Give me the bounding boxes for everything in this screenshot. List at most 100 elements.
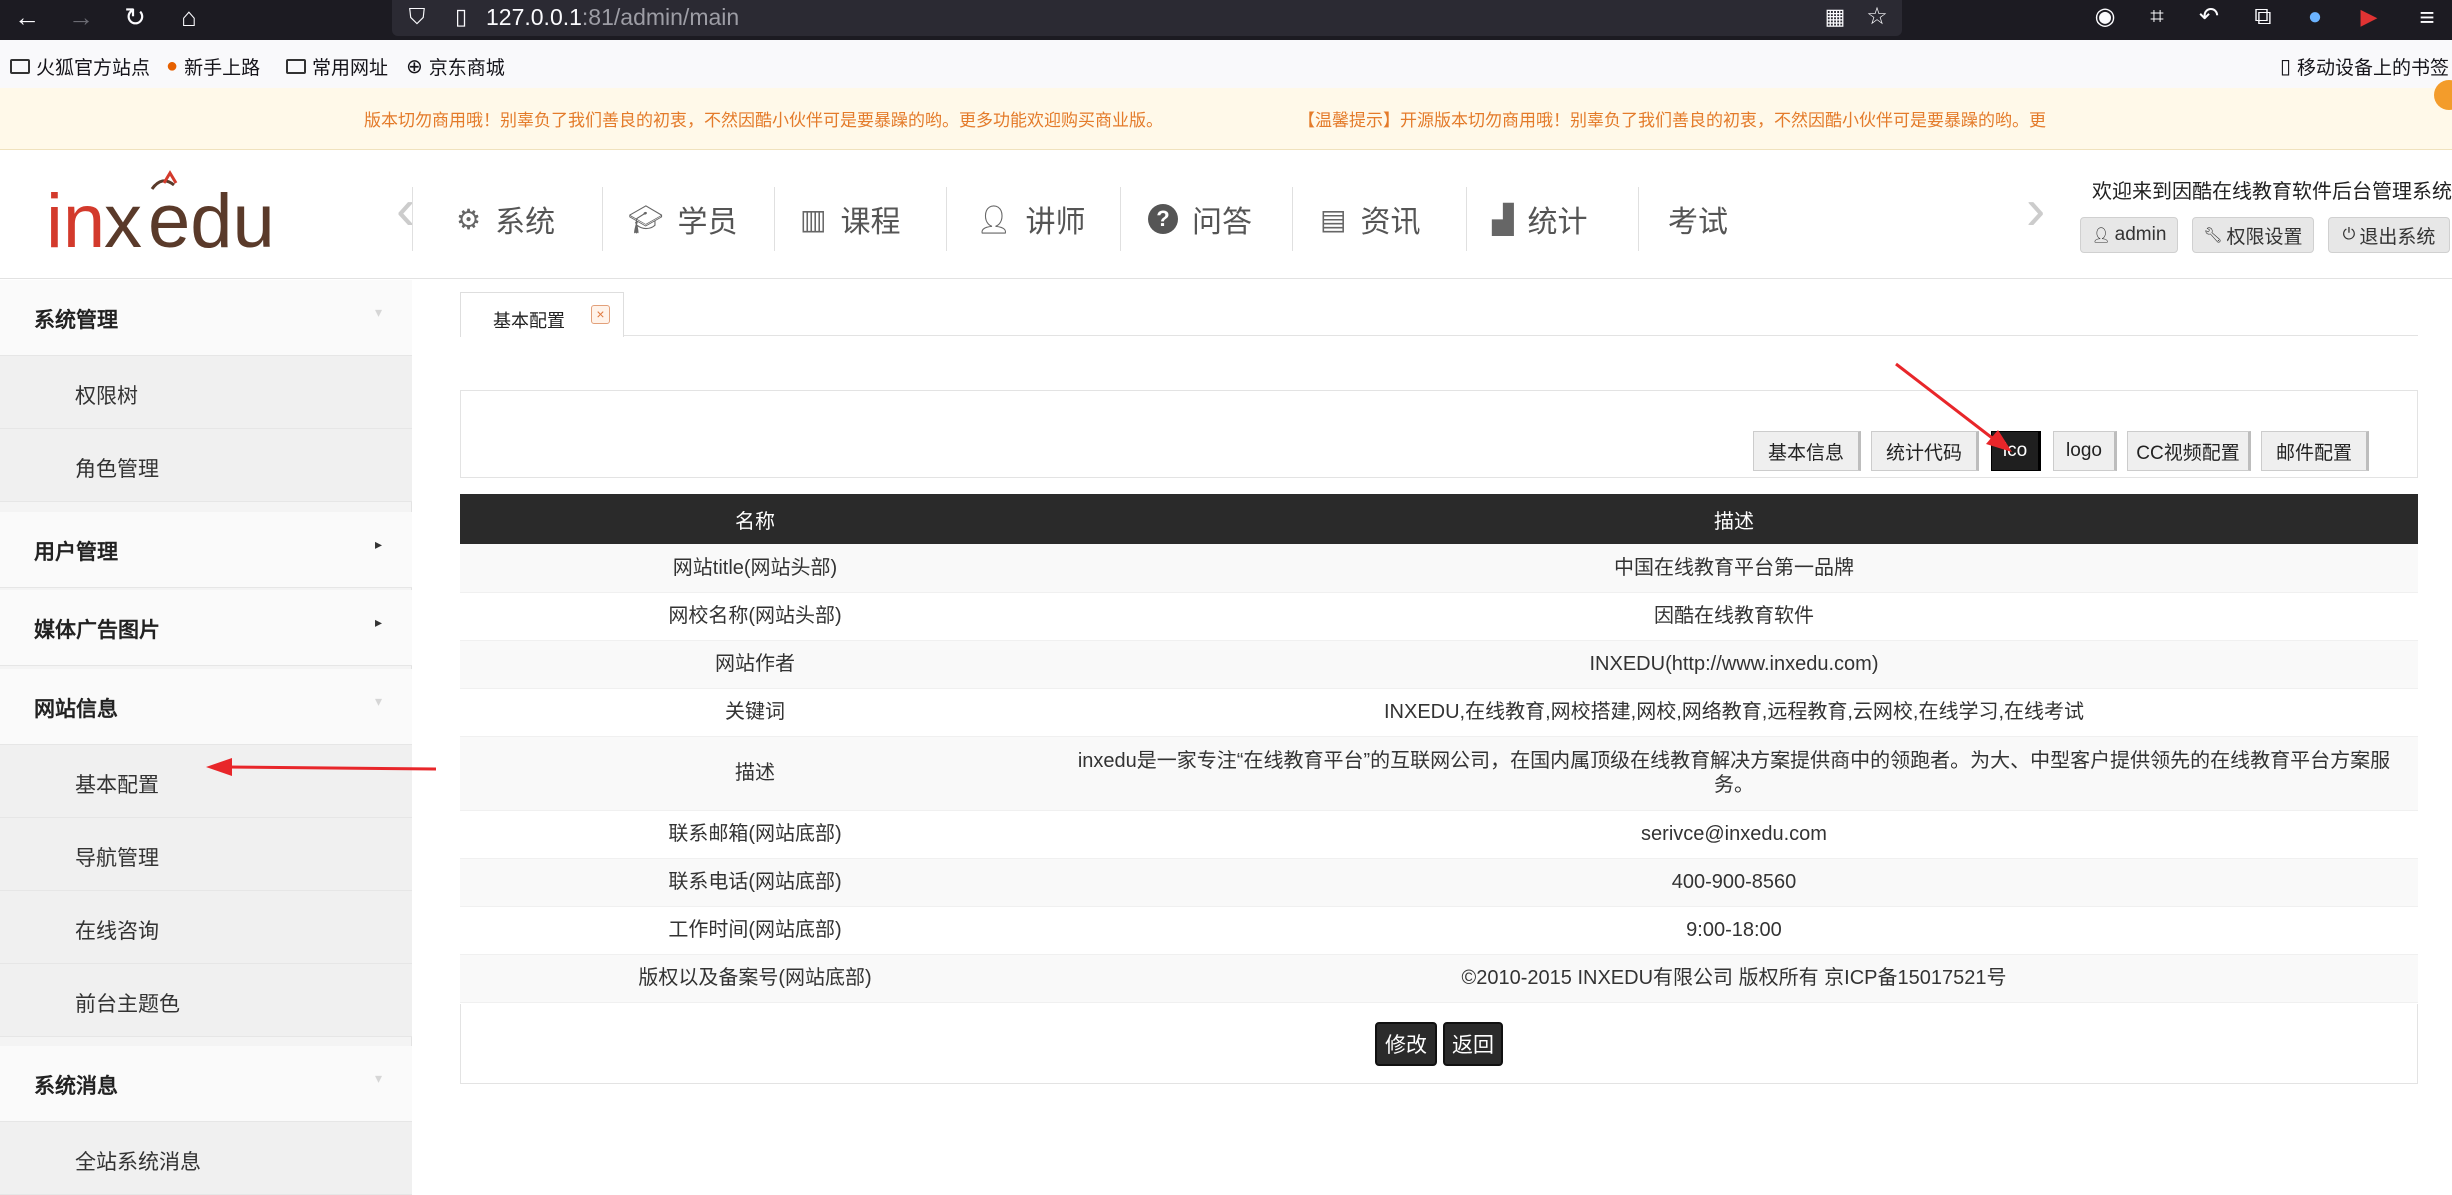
nav-label: 考试 [1668, 206, 1728, 239]
sidebar-item-online-consult[interactable]: 在线咨询 [0, 891, 412, 964]
table-cell-name: 版权以及备案号(网站底部) [460, 954, 1050, 1003]
sidebar-group-label: 系统管理 [34, 309, 118, 332]
books-icon: ▥ [800, 203, 827, 235]
sidebar-item-label: 角色管理 [75, 458, 159, 481]
nav-label: 系统 [495, 206, 556, 239]
sidebar-group-users[interactable]: 用户管理 ▸ [0, 512, 412, 588]
firefox-icon: ● [166, 55, 179, 77]
bookmark-item[interactable]: 常用网址 [286, 53, 388, 80]
user-icon: 👤︎ [976, 203, 1012, 235]
table-row: 联系电话(网站底部) 400-900-8560 [460, 858, 2418, 907]
bookmark-item[interactable]: ● 新手上路 [166, 53, 260, 80]
nav-divider [1292, 187, 1293, 251]
tab-basic-config[interactable]: 基本配置 × [460, 292, 624, 337]
nav-courses[interactable]: ▥ 课程 [800, 191, 900, 247]
shield-icon[interactable]: ⛉ [394, 0, 440, 34]
table-row: 网站作者 INXEDU(http://www.inxedu.com) [460, 640, 2418, 689]
table-cell-value: serivce@inxedu.com [1050, 810, 2418, 859]
account-icon[interactable]: ◉ [2082, 0, 2128, 34]
permission-label: 权限设置 [2226, 226, 2303, 248]
crop-icon[interactable]: ⌗ [2134, 0, 2180, 34]
home-icon[interactable]: ⌂ [166, 0, 212, 34]
forward-arrow-icon[interactable]: → [58, 0, 104, 34]
menu-icon[interactable]: ≡ [2404, 0, 2450, 34]
nav-scroll-right-icon[interactable]: › [2026, 181, 2045, 239]
sidebar-item-site-messages[interactable]: 全站系统消息 [0, 1122, 412, 1195]
nav-divider [774, 187, 775, 251]
reload-icon[interactable]: ↻ [112, 0, 158, 34]
extension-circle-icon[interactable]: ● [2292, 0, 2338, 34]
bookmark-label: 移动设备上的书签 [2297, 58, 2450, 79]
permission-settings-button[interactable]: 🔧︎ 权限设置 [2192, 217, 2314, 253]
notice-text-right: 【温馨提示】开源版本切勿商用哦！别辜负了我们善良的初衷，不然因酷小伙伴可是要暴躁… [1298, 111, 2046, 131]
folder-icon [286, 59, 306, 74]
admin-label: admin [2114, 224, 2167, 245]
nav-students[interactable]: 🎓︎ 学员 [628, 191, 738, 247]
admin-button[interactable]: 👤︎ admin [2080, 217, 2178, 253]
nav-label: 统计 [1527, 206, 1588, 239]
gear-icon: ⚙ [456, 203, 482, 235]
config-table: 名称 描述 网站title(网站头部) 中国在线教育平台第一品牌 网校名称(网站头… [460, 494, 2418, 1003]
nav-divider [1466, 187, 1467, 251]
nav-qa[interactable]: ? 问答 [1148, 191, 1252, 247]
edit-button[interactable]: 修改 [1375, 1022, 1437, 1066]
nav-system[interactable]: ⚙ 系统 [456, 191, 555, 247]
bookmark-label: 京东商城 [428, 58, 505, 79]
sidebar-group-media[interactable]: 媒体广告图片 ▸ [0, 590, 412, 666]
nav-exam[interactable]: 考试 [1668, 191, 1728, 247]
address-bar[interactable]: ⛉ ▯ 127.0.0.1:81/admin/main ▦ ☆ [392, 0, 1902, 36]
table-row: 网站title(网站头部) 中国在线教育平台第一品牌 [460, 544, 2418, 593]
user-icon: 👤︎ [2091, 227, 2111, 244]
logo-button[interactable]: logo [2053, 431, 2117, 471]
mail-config-button[interactable]: 邮件配置 [2261, 431, 2369, 471]
table-row: 关键词 INXEDU,在线教育,网校搭建,网校,网络教育,远程教育,云网校,在线学… [460, 688, 2418, 737]
extensions-icon[interactable]: ⧉ [2240, 0, 2286, 34]
browser-toolbar: ← → ↻ ⌂ ⛉ ▯ 127.0.0.1:81/admin/main ▦ ☆ … [0, 0, 2452, 40]
sidebar-group-website-info[interactable]: 网站信息 ▾ [0, 669, 412, 745]
chevron-right-icon: ▸ [374, 614, 382, 630]
table-header-row: 名称 描述 [460, 494, 2418, 544]
logout-button[interactable]: ⏻ 退出系统 [2328, 217, 2450, 253]
nav-news[interactable]: ▤ 资讯 [1320, 191, 1420, 247]
sidebar-item-permission-tree[interactable]: 权限树 [0, 356, 412, 429]
table-cell-name: 网站title(网站头部) [460, 544, 1050, 593]
nav-divider [1120, 187, 1121, 251]
stats-code-button[interactable]: 统计代码 [1871, 431, 1979, 471]
cc-video-config-button[interactable]: CC视频配置 [2127, 431, 2251, 471]
table-cell-value: INXEDU,在线教育,网校搭建,网校,网络教育,远程教育,云网校,在线学习,在… [1050, 688, 2418, 737]
back-arrow-icon[interactable]: ← [4, 0, 50, 34]
sidebar-item-navigation[interactable]: 导航管理 [0, 818, 412, 891]
config-toolbar: 基本信息 统计代码 ico logo CC视频配置 邮件配置 [460, 390, 2418, 478]
table-cell-value: 9:00-18:00 [1050, 906, 2418, 955]
nav-statistics[interactable]: ▟ 统计 [1492, 191, 1588, 247]
mobile-bookmarks[interactable]: ▯ 移动设备上的书签 [2280, 53, 2449, 80]
bookmark-item[interactable]: ⊕ 京东商城 [406, 53, 505, 80]
undo-icon[interactable]: ↶ [2186, 0, 2232, 34]
basic-info-button[interactable]: 基本信息 [1753, 431, 1861, 471]
back-button[interactable]: 返回 [1443, 1022, 1503, 1066]
chevron-down-icon: ▾ [374, 693, 382, 709]
sidebar-group-messages[interactable]: 系统消息 ▾ [0, 1046, 412, 1122]
nav-teachers[interactable]: 👤︎ 讲师 [976, 191, 1086, 247]
ico-button[interactable]: ico [1991, 431, 2041, 471]
graduation-cap-icon: 🎓︎ [628, 203, 664, 235]
sidebar-item-role-management[interactable]: 角色管理 [0, 429, 412, 502]
sidebar-item-theme-color[interactable]: 前台主题色 [0, 964, 412, 1037]
sidebar-item-label: 全站系统消息 [75, 1151, 201, 1174]
qr-code-icon[interactable]: ▦ [1812, 0, 1858, 34]
chevron-down-icon: ▾ [374, 304, 382, 320]
table-cell-value: ©2010-2015 INXEDU有限公司 版权所有 京ICP备15017521… [1050, 954, 2418, 1003]
sidebar-group-system[interactable]: 系统管理 ▾ [0, 280, 412, 356]
bookmark-star-icon[interactable]: ☆ [1854, 0, 1900, 34]
nav-label: 讲师 [1025, 206, 1086, 239]
table-actions: 修改 返回 [460, 1004, 2418, 1084]
video-extension-icon[interactable]: ▶ [2346, 0, 2392, 34]
bookmark-item[interactable]: 火狐官方站点 [10, 53, 150, 80]
table-cell-value: 400-900-8560 [1050, 858, 2418, 907]
mobile-icon: ▯ [2280, 56, 2292, 78]
nav-label: 资讯 [1360, 206, 1421, 239]
table-cell-name: 关键词 [460, 688, 1050, 737]
sidebar-item-label: 权限树 [75, 385, 138, 408]
close-icon[interactable]: × [591, 305, 610, 324]
sidebar-item-basic-config[interactable]: 基本配置 [0, 745, 412, 818]
